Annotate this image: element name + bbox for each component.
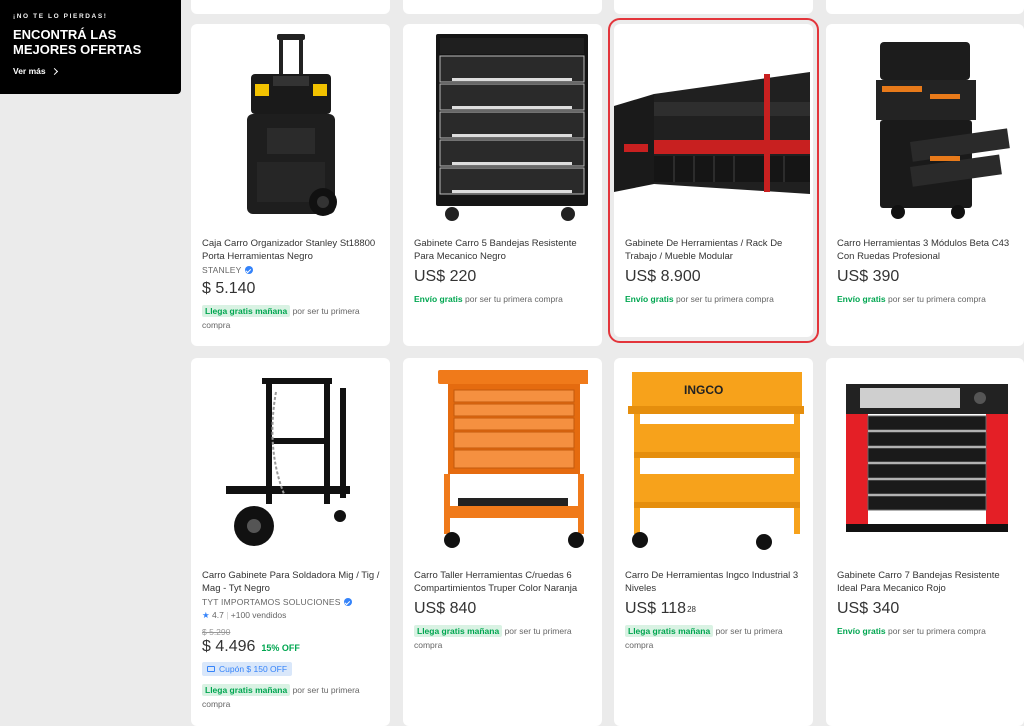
product-image (403, 32, 602, 232)
product-price: US$ 340 (837, 600, 1016, 618)
star-icon: ★ (202, 610, 210, 620)
product-price: $ 4.496 15% OFF (202, 638, 382, 656)
shipping-info: Envío gratis por ser tu primera compra (837, 624, 1016, 638)
shipping-condition: por ser tu primera compra (676, 294, 774, 304)
product-image (826, 32, 1024, 232)
product-card[interactable]: Carro Herramientas 3 Módulos Beta C43 Co… (826, 24, 1024, 346)
product-image: INGCO (614, 366, 813, 558)
sold-count: +100 vendidos (230, 610, 287, 620)
product-image (191, 368, 390, 558)
shipping-info: Llega gratis mañana por ser tu primera c… (414, 624, 594, 652)
coupon-badge[interactable]: Cupón $ 150 OFF (202, 662, 293, 676)
price-cents: 28 (687, 605, 696, 614)
coupon-icon (207, 666, 215, 672)
discount-badge: 15% OFF (261, 643, 300, 653)
shipping-condition: por ser tu primera compra (888, 294, 986, 304)
promo-title: ENCONTRÁ LAS MEJORES OFERTAS (13, 27, 142, 57)
product-price: US$ 8.900 (625, 268, 805, 286)
product-price: US$ 390 (837, 268, 1016, 286)
shipping-tag: Llega gratis mañana (414, 625, 503, 637)
rating-summary: ★ 4.7 | +100 vendidos (202, 610, 287, 620)
shipping-info: Envío gratis por ser tu primera compra (625, 292, 805, 306)
previous-row-card[interactable] (403, 0, 602, 14)
seller-name: STANLEY (202, 265, 382, 275)
shipping-tag: Envío gratis (414, 294, 463, 304)
product-image (826, 376, 1024, 558)
product-price: $ 5.140 (202, 280, 382, 298)
shipping-info: Envío gratis por ser tu primera compra (414, 292, 594, 306)
previous-row-card[interactable] (614, 0, 813, 14)
product-image (614, 44, 813, 224)
shipping-condition: por ser tu primera compra (465, 294, 563, 304)
product-card[interactable]: Gabinete Carro 7 Bandejas Resistente Ide… (826, 358, 1024, 726)
shipping-info: Llega gratis mañana por ser tu primera c… (625, 624, 805, 652)
promo-see-more-link[interactable]: Ver más (13, 66, 58, 76)
shipping-tag: Envío gratis (625, 294, 674, 304)
product-price: US$ 840 (414, 600, 594, 618)
price-label: $ 5.140 (202, 280, 256, 297)
coupon-label: Cupón $ 150 OFF (219, 664, 288, 674)
previous-price: $ 5.290 (202, 627, 231, 637)
product-card[interactable]: Carro Taller Herramientas C/ruedas 6 Com… (403, 358, 602, 726)
seller-label: STANLEY (202, 265, 242, 275)
previous-row-card[interactable] (191, 0, 390, 14)
brand-logo: INGCO (684, 383, 723, 397)
promo-link-label: Ver más (13, 66, 46, 76)
shipping-info: Envío gratis por ser tu primera compra (837, 292, 1016, 306)
price-label: US$ 220 (414, 268, 477, 285)
product-image (191, 32, 390, 232)
seller-label: TYT IMPORTAMOS SOLUCIONES (202, 597, 341, 607)
previous-row-card[interactable] (826, 0, 1024, 14)
chevron-right-icon (50, 67, 58, 75)
seller-name: TYT IMPORTAMOS SOLUCIONES (202, 597, 382, 607)
price-label: US$ 340 (837, 600, 900, 617)
product-price: US$ 220 (414, 268, 594, 286)
shipping-condition: por ser tu primera compra (888, 626, 986, 636)
price-label: US$ 390 (837, 268, 900, 285)
product-card[interactable]: INGCO Carro De Herramientas Ingco Indust… (614, 358, 813, 726)
shipping-tag: Envío gratis (837, 626, 886, 636)
price-label: US$ 840 (414, 600, 477, 617)
verified-icon (244, 266, 253, 274)
product-card[interactable]: Caja Carro Organizador Stanley St18800 P… (191, 24, 390, 346)
price-label: US$ 118 (625, 600, 687, 617)
product-title[interactable]: Gabinete Carro 7 Bandejas Resistente Ide… (837, 569, 1016, 595)
product-title[interactable]: Caja Carro Organizador Stanley St18800 P… (202, 237, 382, 263)
verified-icon (343, 598, 352, 606)
product-title[interactable]: Gabinete Carro 5 Bandejas Resistente Par… (414, 237, 594, 263)
shipping-info: Llega gratis mañana por ser tu primera c… (202, 304, 382, 332)
product-title[interactable]: Carro Taller Herramientas C/ruedas 6 Com… (414, 569, 594, 595)
price-label: US$ 8.900 (625, 268, 701, 285)
shipping-tag: Envío gratis (837, 294, 886, 304)
product-title[interactable]: Carro Herramientas 3 Módulos Beta C43 Co… (837, 237, 1016, 263)
shipping-tag: Llega gratis mañana (625, 625, 714, 637)
rating-value: 4.7 (212, 610, 224, 620)
shipping-info: Llega gratis mañana por ser tu primera c… (202, 683, 382, 711)
shipping-tag: Llega gratis mañana (202, 684, 291, 696)
product-title[interactable]: Gabinete De Herramientas / Rack De Traba… (625, 237, 805, 263)
price-label: $ 4.496 (202, 638, 256, 655)
product-card[interactable]: Gabinete Carro 5 Bandejas Resistente Par… (403, 24, 602, 346)
product-image (403, 366, 602, 558)
shipping-tag: Llega gratis mañana (202, 305, 291, 317)
promo-banner[interactable]: ¡NO TE LO PIERDAS! ENCONTRÁ LAS MEJORES … (0, 0, 181, 94)
promo-kicker: ¡NO TE LO PIERDAS! (13, 13, 108, 20)
product-price: US$ 118 28 (625, 600, 805, 618)
product-card-highlighted[interactable]: Gabinete De Herramientas / Rack De Traba… (608, 18, 819, 343)
product-title[interactable]: Carro Gabinete Para Soldadora Mig / Tig … (202, 569, 382, 595)
product-title[interactable]: Carro De Herramientas Ingco Industrial 3… (625, 569, 805, 595)
product-card[interactable]: Carro Gabinete Para Soldadora Mig / Tig … (191, 358, 390, 726)
